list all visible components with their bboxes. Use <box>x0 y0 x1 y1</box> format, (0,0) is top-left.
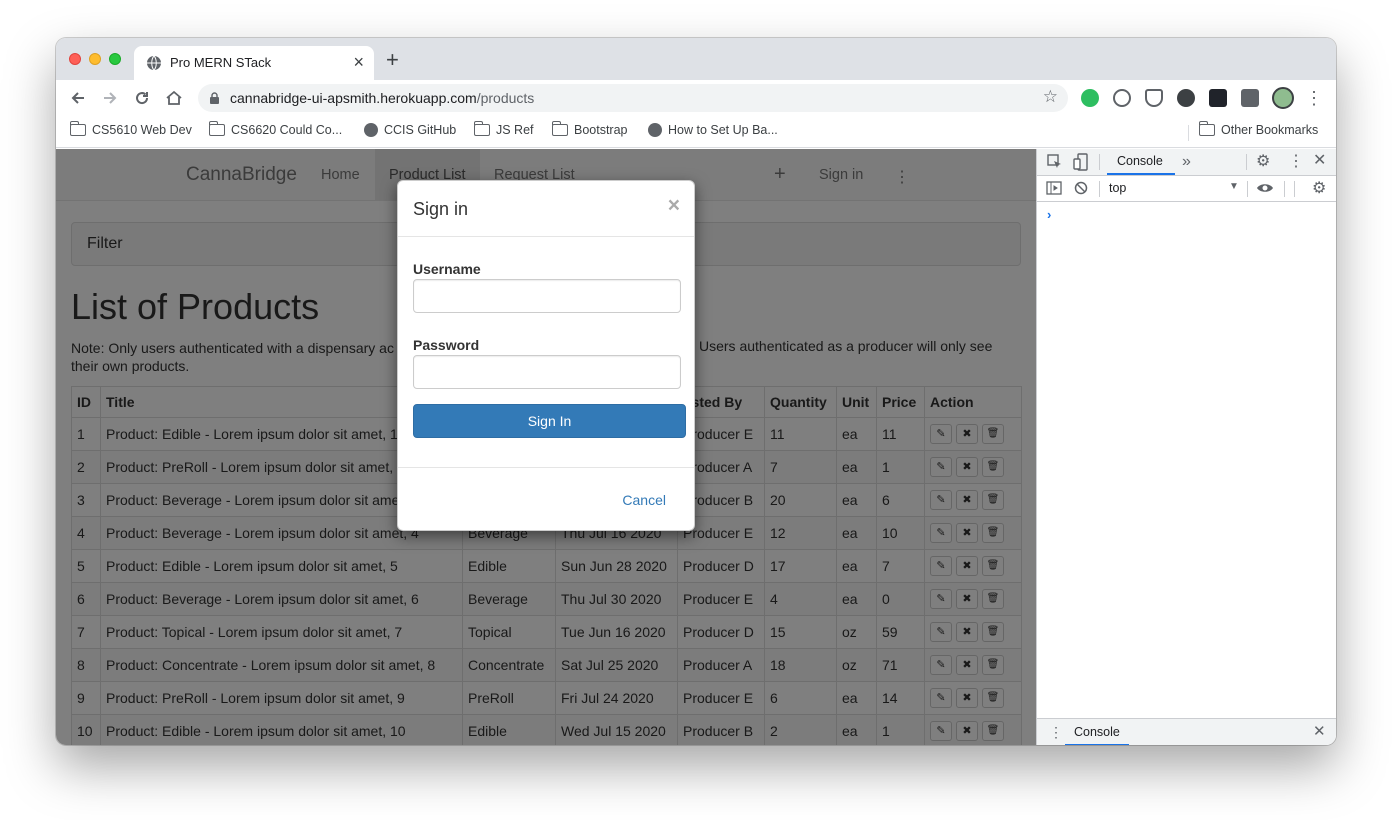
tab-title: Pro MERN STack <box>170 55 272 70</box>
devtools-separator <box>1099 181 1100 197</box>
bookmark-star-icon[interactable]: ☆ <box>1043 87 1058 107</box>
more-tabs-icon[interactable]: » <box>1182 154 1191 170</box>
globe-icon <box>147 55 161 71</box>
devtools-separator <box>1284 181 1285 197</box>
bookmark-item[interactable]: CS5610 Web Dev <box>69 121 192 137</box>
close-icon[interactable]: × <box>668 195 680 216</box>
drawer-tab-console[interactable]: Console <box>1074 725 1120 739</box>
minimize-window-button[interactable] <box>89 53 101 65</box>
devtools-drawer: ⋮ Console ✕ <box>1037 718 1336 745</box>
inspect-element-icon[interactable] <box>1047 154 1063 170</box>
globe-icon <box>364 123 378 137</box>
devtools-separator <box>1247 181 1248 197</box>
sign-in-modal: Sign in × Username Password Sign In Canc… <box>397 180 695 531</box>
live-expression-eye-icon[interactable] <box>1256 182 1274 194</box>
reload-icon[interactable] <box>132 88 152 108</box>
close-devtools-icon[interactable]: ✕ <box>1313 153 1326 169</box>
bookmark-label: JS Ref <box>496 123 534 137</box>
other-bookmarks[interactable]: Other Bookmarks <box>1198 121 1319 137</box>
console-settings-gear-icon[interactable]: ⚙ <box>1312 181 1326 197</box>
close-drawer-icon[interactable]: ✕ <box>1313 724 1326 740</box>
bookmarks-bar: CS5610 Web Dev CS6620 Could Co... CCIS G… <box>56 116 1336 148</box>
bookmark-item[interactable]: JS Ref <box>473 121 534 137</box>
drawer-menu-icon[interactable]: ⋮ <box>1049 724 1063 740</box>
sidebar-toggle-icon[interactable] <box>1046 181 1062 195</box>
bookmark-item[interactable]: CCIS GitHub <box>364 123 456 137</box>
globe-icon <box>648 123 662 137</box>
sign-in-submit-button[interactable]: Sign In <box>413 404 686 438</box>
devtools-main-toolbar: Console » ⚙ ⋮ ✕ <box>1037 149 1336 176</box>
browser-window: Pro MERN STack × + cannabridge-ui-apsmit… <box>56 38 1336 745</box>
new-tab-button[interactable]: + <box>386 49 399 71</box>
modal-header: Sign in × <box>398 181 694 237</box>
back-icon[interactable] <box>68 88 88 108</box>
devtools-separator <box>1246 154 1247 170</box>
close-window-button[interactable] <box>69 53 81 65</box>
console-toolbar: top ▼ ⚙ <box>1037 176 1336 202</box>
clear-console-icon[interactable] <box>1074 181 1088 195</box>
drawer-active-indicator <box>1065 744 1129 745</box>
pocket-extension-icon[interactable] <box>1145 89 1163 107</box>
bookmark-label: CS5610 Web Dev <box>92 123 192 137</box>
react-devtools-icon[interactable] <box>1209 89 1227 107</box>
cancel-button[interactable]: Cancel <box>622 492 666 508</box>
folder-icon <box>551 121 568 136</box>
bookmark-label: CS6620 Could Co... <box>231 123 343 137</box>
devtools-separator <box>1099 154 1100 170</box>
bookmark-item[interactable]: How to Set Up Ba... <box>648 123 778 137</box>
folder-icon <box>208 121 225 136</box>
folder-icon <box>473 121 490 136</box>
console-prompt[interactable]: › <box>1047 207 1051 222</box>
modal-title: Sign in <box>413 199 469 219</box>
other-bookmarks-label: Other Bookmarks <box>1221 123 1319 137</box>
url-path: /products <box>476 90 535 106</box>
bookmarks-separator <box>1188 125 1189 141</box>
folder-icon <box>69 121 86 136</box>
devtools-menu-icon[interactable]: ⋮ <box>1288 154 1304 170</box>
username-field[interactable] <box>413 279 681 313</box>
tab-strip: Pro MERN STack × + <box>56 38 1336 80</box>
bookmark-item[interactable]: CS6620 Could Co... <box>208 121 343 137</box>
home-icon[interactable] <box>164 88 184 108</box>
device-toolbar-icon[interactable] <box>1073 153 1089 171</box>
password-label: Password <box>413 337 480 353</box>
devtools-panel: Console » ⚙ ⋮ ✕ top ▼ ⚙ › ⋮ Console ✕ <box>1036 149 1336 745</box>
folder-icon <box>1198 121 1215 136</box>
active-tab-indicator <box>1107 173 1175 175</box>
url-text: cannabridge-ui-apsmith.herokuapp.com/pro… <box>230 90 534 106</box>
evernote-extension-icon[interactable] <box>1081 89 1099 107</box>
forward-icon[interactable] <box>100 88 120 108</box>
browser-menu-icon[interactable]: ⋮ <box>1304 88 1324 108</box>
tab-console[interactable]: Console <box>1117 154 1163 168</box>
devtools-separator <box>1294 181 1295 197</box>
bookmark-label: How to Set Up Ba... <box>668 123 778 137</box>
browser-toolbar: cannabridge-ui-apsmith.herokuapp.com/pro… <box>56 80 1336 116</box>
extensions-puzzle-icon[interactable] <box>1241 89 1259 107</box>
web-page: CannaBridge Home Product List Request Li… <box>56 149 1036 745</box>
username-label: Username <box>413 261 481 277</box>
lock-icon <box>210 92 219 104</box>
browser-tab[interactable]: Pro MERN STack × <box>134 46 374 80</box>
settings-gear-icon[interactable]: ⚙ <box>1256 154 1270 170</box>
zoom-window-button[interactable] <box>109 53 121 65</box>
context-selector[interactable]: top <box>1109 181 1126 195</box>
url-host: cannabridge-ui-apsmith.herokuapp.com <box>230 90 477 106</box>
onepassword-extension-icon[interactable] <box>1113 89 1131 107</box>
address-bar[interactable]: cannabridge-ui-apsmith.herokuapp.com/pro… <box>198 84 1068 112</box>
chevron-down-icon[interactable]: ▼ <box>1229 181 1239 192</box>
bookmark-label: CCIS GitHub <box>384 123 457 137</box>
bookmark-label: Bootstrap <box>574 123 628 137</box>
bookmark-item[interactable]: Bootstrap <box>551 121 628 137</box>
profile-avatar[interactable] <box>1272 87 1294 109</box>
password-field[interactable] <box>413 355 681 389</box>
extension-icon[interactable] <box>1177 89 1195 107</box>
modal-footer: Cancel <box>398 467 694 531</box>
close-tab-icon[interactable]: × <box>353 52 364 72</box>
